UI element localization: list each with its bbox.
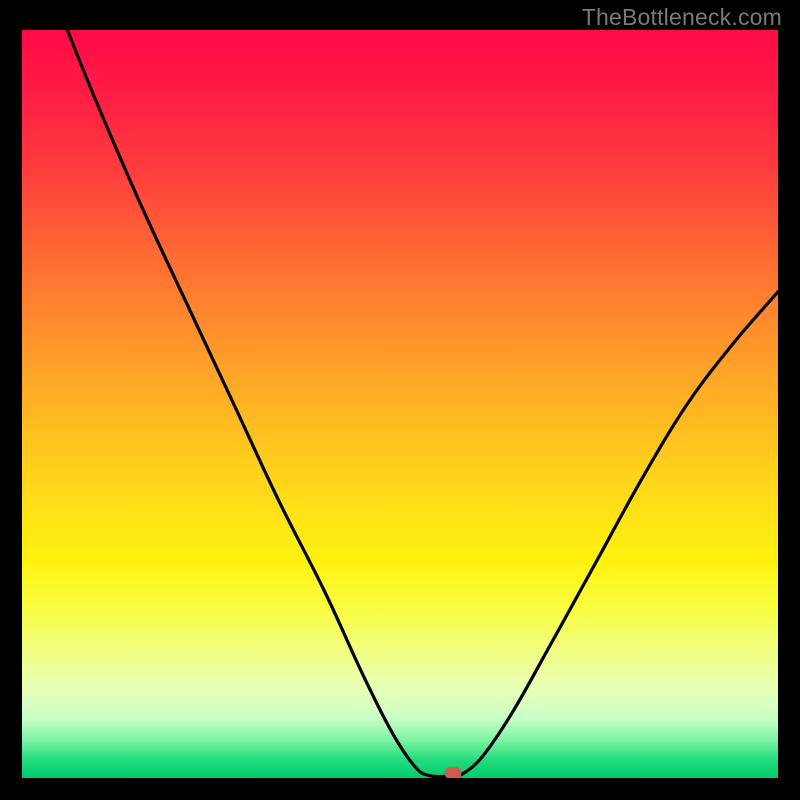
plot-area — [22, 30, 778, 778]
optimal-marker — [444, 767, 461, 778]
chart-frame: TheBottleneck.com — [0, 0, 800, 800]
bottleneck-curve — [22, 30, 778, 778]
curve-path — [67, 30, 778, 777]
watermark-text: TheBottleneck.com — [582, 4, 782, 31]
